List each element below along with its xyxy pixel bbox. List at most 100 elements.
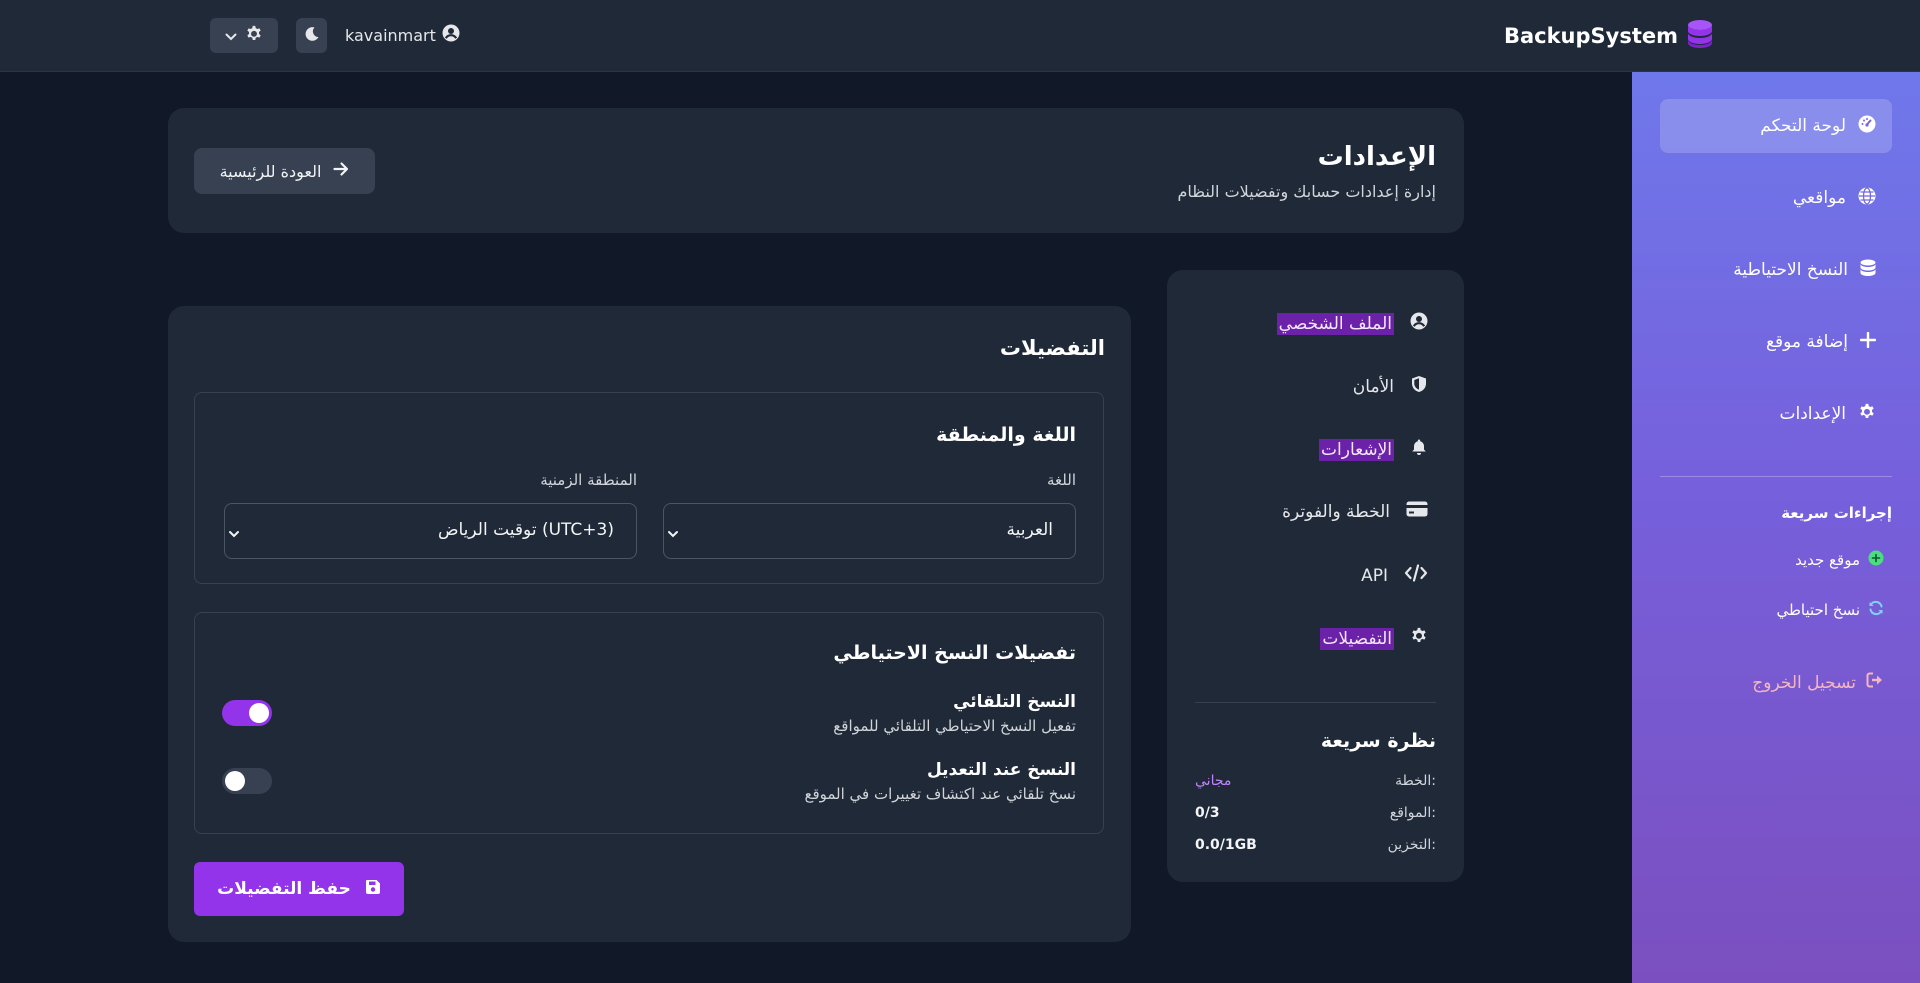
sidebar-item-label: الإعدادات bbox=[1779, 404, 1846, 424]
sidebar-item-label: النسخ الاحتياطية bbox=[1733, 260, 1848, 280]
quick-actions-title: إجراءات سريعة bbox=[1781, 504, 1892, 522]
user-circle-icon bbox=[442, 24, 460, 46]
quick-action-new-site[interactable]: موقع جديد bbox=[1795, 550, 1884, 570]
settings-tab-api[interactable]: API bbox=[1361, 564, 1428, 587]
user-menu[interactable]: kavainmart bbox=[345, 24, 460, 46]
top-bar: BackupSystem kavainmart bbox=[0, 0, 1920, 72]
quick-stat-value: مجاني bbox=[1195, 773, 1232, 789]
sidebar-item-settings[interactable]: الإعدادات bbox=[1660, 387, 1892, 441]
quick-overview-title: نظرة سريعة bbox=[1320, 730, 1436, 752]
language-region-section: اللغة والمنطقة اللغة المنطقة الزمنية الع… bbox=[194, 392, 1104, 584]
settings-tab-label: الخطة والفوترة bbox=[1282, 501, 1390, 522]
quick-stat-value: 0/3 bbox=[1195, 805, 1220, 821]
page-subtitle: إدارة إعدادات حسابك وتفضيلات النظام bbox=[1177, 182, 1436, 201]
sign-out-icon bbox=[1866, 672, 1884, 693]
arrow-right-icon bbox=[333, 161, 349, 181]
quick-stat-label: المواقع: bbox=[1389, 805, 1436, 821]
sidebar-item-label: لوحة التحكم bbox=[1760, 116, 1846, 136]
language-label: اللغة bbox=[1047, 471, 1076, 489]
quick-stat-value: 0.0/1GB bbox=[1195, 837, 1257, 853]
settings-tab-label: الأمان bbox=[1352, 376, 1394, 397]
page-header: الإعدادات إدارة إعدادات حسابك وتفضيلات ا… bbox=[168, 108, 1464, 233]
auto-backup-title: النسخ التلقائي bbox=[953, 692, 1076, 712]
settings-tab-profile[interactable]: الملف الشخصي bbox=[1276, 312, 1428, 335]
gear-icon bbox=[1858, 403, 1876, 426]
backup-on-change-toggle[interactable] bbox=[222, 768, 272, 794]
sync-icon bbox=[1868, 600, 1884, 620]
logout-button[interactable]: تسجيل الخروج bbox=[1752, 672, 1884, 693]
page-title: الإعدادات bbox=[1317, 142, 1436, 172]
sidebar-item-label: مواقعي bbox=[1792, 188, 1846, 208]
settings-dropdown-button[interactable] bbox=[210, 18, 278, 53]
code-icon bbox=[1404, 564, 1428, 587]
save-preferences-label: حفظ التفضيلات bbox=[217, 879, 351, 899]
language-select[interactable]: العربية bbox=[663, 503, 1076, 559]
settings-tab-notifications[interactable]: الإشعارات bbox=[1319, 438, 1428, 461]
backup-preferences-section: تفضيلات النسخ الاحتياطي النسخ التلقائي ت… bbox=[194, 612, 1104, 834]
logout-label: تسجيل الخروج bbox=[1752, 672, 1856, 693]
user-circle-icon bbox=[1410, 312, 1428, 335]
quick-action-label: موقع جديد bbox=[1795, 551, 1860, 569]
quick-stat-sites: 0/3 المواقع: bbox=[1195, 805, 1436, 821]
quick-stat-label: الخطة: bbox=[1395, 773, 1436, 789]
plus-circle-icon bbox=[1868, 550, 1884, 570]
sidebar-item-my-sites[interactable]: مواقعي bbox=[1660, 171, 1892, 225]
section-title: اللغة والمنطقة bbox=[936, 424, 1076, 446]
quick-action-backup[interactable]: نسخ احتياطي bbox=[1776, 600, 1884, 620]
sidebar-item-label: إضافة موقع bbox=[1765, 332, 1848, 352]
globe-icon bbox=[1858, 186, 1876, 210]
backup-on-change-description: نسخ تلقائي عند اكتشاف تغييرات في الموقع bbox=[804, 785, 1076, 803]
sidebar-item-dashboard[interactable]: لوحة التحكم bbox=[1660, 99, 1892, 153]
save-preferences-button[interactable]: حفظ التفضيلات bbox=[194, 862, 404, 916]
settings-menu: الملف الشخصي الأمان الإشعارات الخطة والف… bbox=[1167, 270, 1464, 882]
settings-tab-security[interactable]: الأمان bbox=[1353, 375, 1428, 398]
chevron-down-icon bbox=[667, 523, 679, 543]
settings-tab-label: التفضيلات bbox=[1320, 627, 1394, 650]
quick-action-label: نسخ احتياطي bbox=[1776, 601, 1860, 619]
moon-icon bbox=[304, 26, 320, 46]
backup-on-change-title: النسخ عند التعديل bbox=[926, 760, 1076, 780]
sidebar-item-backups[interactable]: النسخ الاحتياطية bbox=[1660, 243, 1892, 297]
bell-icon bbox=[1410, 438, 1428, 461]
quick-stat-plan: مجاني الخطة: bbox=[1195, 773, 1436, 789]
quick-stat-label: التخزين: bbox=[1387, 837, 1436, 853]
back-home-button[interactable]: العودة للرئيسية bbox=[194, 148, 375, 194]
save-icon bbox=[365, 879, 381, 900]
theme-toggle-button[interactable] bbox=[296, 18, 327, 53]
toggle-knob bbox=[249, 703, 269, 723]
preferences-title: التفضيلات bbox=[999, 336, 1105, 360]
database-icon bbox=[1686, 19, 1714, 53]
brand-name: BackupSystem bbox=[1503, 24, 1678, 48]
sidebar-divider bbox=[1660, 476, 1892, 477]
database-icon bbox=[1860, 259, 1876, 282]
gear-icon bbox=[1410, 627, 1428, 650]
gear-icon bbox=[245, 25, 263, 47]
section-title: تفضيلات النسخ الاحتياطي bbox=[833, 642, 1076, 664]
timezone-label: المنطقة الزمنية bbox=[540, 471, 637, 489]
auto-backup-description: تفعيل النسخ الاحتياطي التلقائي للمواقع bbox=[833, 717, 1076, 735]
chevron-down-icon bbox=[225, 26, 237, 45]
settings-tab-label: API bbox=[1361, 565, 1388, 586]
settings-tab-label: الإشعارات bbox=[1319, 438, 1394, 461]
preferences-panel: التفضيلات اللغة والمنطقة اللغة المنطقة ا… bbox=[168, 306, 1131, 942]
brand[interactable]: BackupSystem bbox=[1504, 20, 1714, 52]
shield-icon bbox=[1410, 375, 1428, 398]
timezone-select[interactable]: توقيت الرياض (UTC+3) bbox=[224, 503, 637, 559]
chevron-down-icon bbox=[228, 523, 240, 543]
username: kavainmart bbox=[345, 25, 436, 45]
language-select-value: العربية bbox=[1006, 520, 1053, 540]
settings-tab-preferences[interactable]: التفضيلات bbox=[1320, 627, 1428, 650]
settings-menu-divider bbox=[1195, 702, 1436, 703]
auto-backup-toggle[interactable] bbox=[222, 700, 272, 726]
toggle-knob bbox=[225, 771, 245, 791]
quick-stat-storage: 0.0/1GB التخزين: bbox=[1195, 837, 1436, 853]
settings-tab-label: الملف الشخصي bbox=[1276, 312, 1394, 335]
sidebar-item-add-site[interactable]: إضافة موقع bbox=[1660, 315, 1892, 369]
timezone-select-value: توقيت الرياض (UTC+3) bbox=[437, 520, 614, 540]
back-home-label: العودة للرئيسية bbox=[219, 161, 322, 181]
credit-card-icon bbox=[1406, 501, 1428, 522]
plus-icon bbox=[1859, 331, 1877, 353]
dashboard-gauge-icon bbox=[1858, 115, 1876, 138]
sidebar: لوحة التحكم مواقعي النسخ الاحتياطية إضاف… bbox=[1632, 72, 1920, 983]
settings-tab-billing[interactable]: الخطة والفوترة bbox=[1282, 501, 1428, 522]
